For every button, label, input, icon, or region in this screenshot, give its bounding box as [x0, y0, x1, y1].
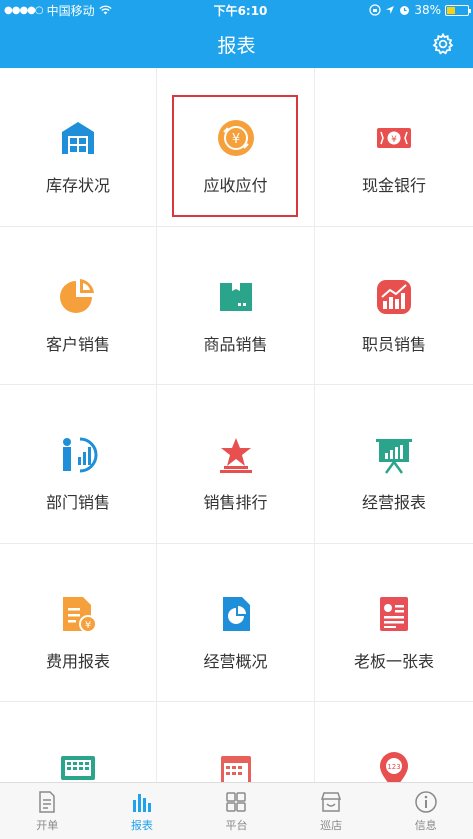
grid-item-label: 费用报表 [45, 651, 110, 671]
tab-store-visit[interactable]: 巡店 [284, 783, 379, 839]
highlight-box [172, 95, 298, 217]
status-right: 38% [369, 3, 471, 17]
location-pin-icon: 123 [380, 752, 408, 782]
info-icon [414, 790, 437, 813]
tab-label: 巡店 [320, 818, 343, 832]
grid-item-label: 商品销售 [203, 334, 268, 354]
expense-icon: ¥ [63, 596, 97, 633]
lock-rotation-icon [369, 4, 381, 16]
grid-icon [226, 791, 247, 812]
grid-item-label: 职员销售 [361, 334, 426, 354]
grid-item-label: 老板一张表 [353, 651, 434, 671]
box-icon [219, 282, 252, 311]
battery-icon [445, 4, 471, 16]
grid-item-label: 部门销售 [45, 493, 110, 512]
grid-item-row5-col2[interactable] [157, 702, 315, 782]
svg-text:¥: ¥ [391, 135, 397, 145]
tab-bar: 开单 报表 平台 巡店 信息 [0, 782, 473, 839]
grid-item-product-sales[interactable]: 商品销售 [157, 226, 315, 385]
pie-chart-icon [60, 278, 94, 313]
grid-item-expense-report[interactable]: ¥ 费用报表 [0, 543, 157, 702]
grid-item-label: 销售排行 [203, 493, 268, 512]
department-icon [63, 437, 98, 473]
grid-item-label: 客户销售 [45, 334, 110, 354]
tab-messages[interactable]: 信息 [378, 783, 473, 839]
grid-item-row5-col1[interactable] [0, 702, 157, 782]
grid-item-business-overview[interactable]: 经营概况 [157, 543, 315, 702]
location-arrow-icon [386, 6, 395, 14]
grid-item-customer-sales[interactable]: 客户销售 [0, 226, 157, 385]
trend-icon [377, 279, 411, 314]
grid-item-cash-bank[interactable]: ¥ 现金银行 [315, 68, 473, 227]
tab-billing[interactable]: 开单 [0, 783, 95, 839]
tab-label: 信息 [414, 818, 437, 832]
svg-text:¥: ¥ [85, 620, 91, 631]
grid-item-business-report[interactable]: 经营报表 [315, 385, 473, 544]
svg-text:123: 123 [387, 763, 400, 771]
header: 报表 [0, 20, 473, 68]
grid-item-label: 现金银行 [361, 176, 426, 195]
grid-item-label: 经营报表 [361, 493, 426, 512]
status-time: 下午6:10 [213, 3, 268, 18]
document-icon [39, 790, 56, 813]
battery-percent: 38% [414, 3, 441, 17]
wifi-icon [99, 5, 112, 15]
warehouse-icon [62, 122, 94, 154]
grid-item-staff-sales[interactable]: 职员销售 [315, 227, 473, 385]
bar-chart-icon [132, 793, 151, 812]
signal-icon: ●●●●○ [4, 4, 44, 16]
tab-label: 报表 [130, 818, 153, 832]
page-title: 报表 [217, 34, 256, 57]
grid-item-label: 经营概况 [203, 651, 268, 671]
tab-reports[interactable]: 报表 [95, 783, 190, 839]
carrier-label: 中国移动 [46, 3, 95, 18]
tab-platform[interactable]: 平台 [189, 783, 284, 839]
grid-item-boss-sheet[interactable]: 老板一张表 [315, 544, 473, 702]
grid-item-inventory[interactable]: 库存状况 [0, 68, 157, 227]
ranking-icon [219, 438, 252, 473]
grid-item-row5-col3[interactable]: 123 [315, 702, 473, 782]
status-left: ●●●●○ 中国移动 [4, 2, 112, 19]
store-icon [321, 791, 342, 812]
tab-label: 平台 [225, 818, 248, 832]
overview-icon [222, 596, 250, 631]
gear-icon[interactable] [431, 32, 455, 56]
status-bar: ●●●●○ 中国移动 下午6:10 38% [0, 0, 473, 20]
presentation-icon [376, 439, 412, 474]
monitor-icon [61, 756, 95, 780]
grid-item-department-sales[interactable]: 部门销售 [0, 385, 157, 544]
calendar-icon [220, 756, 251, 782]
cash-icon: ¥ [377, 128, 411, 148]
report-sheet-icon [380, 596, 408, 631]
grid-item-sales-ranking[interactable]: 销售排行 [157, 385, 315, 544]
grid-item-label: 库存状况 [45, 176, 110, 195]
tab-label: 开单 [36, 818, 59, 832]
alarm-icon [400, 5, 410, 15]
